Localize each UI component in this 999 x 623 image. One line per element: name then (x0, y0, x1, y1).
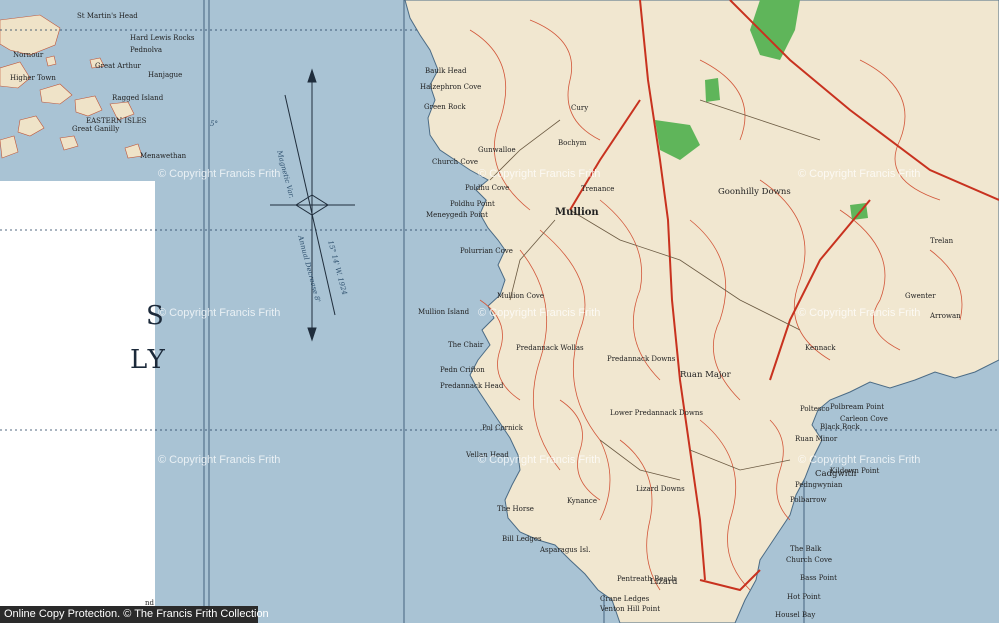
place-label-ruan-major[interactable]: Ruan Major (680, 371, 731, 380)
place-label-asparagus-isl[interactable]: Asparagus Isl. (540, 547, 590, 554)
place-label-trelan[interactable]: Trelan (930, 238, 953, 245)
place-label-trenance[interactable]: Trenance (581, 186, 614, 193)
place-label-pedn-crifton[interactable]: Pedn Crifton (440, 367, 485, 374)
place-label-menawethan: Menawethan (140, 152, 187, 160)
place-label-predannack-head[interactable]: Predannack Head (440, 383, 503, 390)
place-label-arrowan[interactable]: Arrowan (930, 313, 961, 320)
place-label-polurrian-cove[interactable]: Polurrian Cove (460, 248, 513, 255)
place-label-hot-point[interactable]: Hot Point (787, 594, 821, 601)
watermark: © Copyright Francis Frith (158, 168, 281, 180)
place-label-poltesco[interactable]: Poltesco (800, 406, 830, 413)
watermark: © Copyright Francis Frith (478, 454, 601, 466)
place-label-green-rock[interactable]: Green Rock (424, 104, 466, 111)
place-label-pol-cornick[interactable]: Pol Cornick (482, 425, 523, 432)
place-label-hanjague: Hanjague (148, 71, 183, 79)
place-label-goonhilly-downs[interactable]: Goonhilly Downs (718, 188, 791, 197)
watermark: © Copyright Francis Frith (158, 307, 281, 319)
place-label-bochym[interactable]: Bochym (558, 140, 586, 147)
place-label-mullion-island[interactable]: Mullion Island (418, 309, 469, 316)
place-label-housel-bay[interactable]: Housel Bay (775, 612, 815, 619)
place-label-nornour: Nornour (13, 51, 44, 59)
place-label-church-cove[interactable]: Church Cove (432, 159, 478, 166)
place-label-venton-hill[interactable]: Venton Hill Point (600, 606, 660, 613)
place-label-lizard-downs[interactable]: Lizard Downs (636, 486, 685, 493)
place-label-lower-predannack[interactable]: Lower Predannack Downs (610, 410, 703, 417)
place-label-predannack-downs[interactable]: Predannack Downs (607, 356, 675, 363)
place-label-pedngwynian[interactable]: Pedngwynian (795, 482, 842, 489)
place-label-bill-ledges[interactable]: Bill Ledges (502, 536, 542, 543)
place-label-kennack[interactable]: Kennack (805, 345, 836, 352)
watermark: © Copyright Francis Frith (798, 454, 921, 466)
place-label-carleon-cove[interactable]: Carleon Cove (840, 416, 888, 423)
place-label-meneygedh-point[interactable]: Meneygedh Point (426, 212, 488, 219)
place-label-gunwalloe[interactable]: Gunwalloe (478, 147, 516, 154)
watermark: © Copyright Francis Frith (158, 454, 281, 466)
place-label-the-horse[interactable]: The Horse (497, 506, 534, 513)
watermark: © Copyright Francis Frith (478, 168, 601, 180)
watermark: © Copyright Francis Frith (798, 307, 921, 319)
place-label-poldhu-point[interactable]: Poldhu Point (450, 201, 495, 208)
place-label-bass-point[interactable]: Bass Point (800, 575, 837, 582)
copyright-footer: Online Copy Protection. © The Francis Fr… (0, 606, 269, 623)
meridian-label: 5° (210, 120, 218, 128)
place-label-eastern-isles: EASTERN ISLES (86, 117, 147, 125)
watermark: © Copyright Francis Frith (478, 307, 601, 319)
place-label-higher-town: Higher Town (10, 74, 56, 82)
place-label-gwenter[interactable]: Gwenter (905, 293, 936, 300)
place-label-church-cove-east[interactable]: Church Cove (786, 557, 832, 564)
margin-title-ly: LY (130, 345, 167, 375)
place-label-crane-ledges[interactable]: Crane Ledges (600, 596, 649, 603)
place-label-the-balk[interactable]: The Balk (790, 546, 821, 553)
place-label-black-rock[interactable]: Black Rock (820, 424, 860, 431)
place-label-kildown-point[interactable]: Kildown Point (830, 468, 879, 475)
place-label-mullion[interactable]: Mullion (555, 208, 599, 218)
place-label-pentreath[interactable]: Pentreath Beach (617, 576, 676, 583)
place-label-great-ganilly: Great Ganilly (72, 125, 120, 133)
map-canvas[interactable]: St Martin's Head EASTERN ISLES Hanjague … (0, 0, 999, 623)
map-margin (0, 181, 155, 611)
place-label-mullion-cove[interactable]: Mullion Cove (497, 293, 544, 300)
place-label-halzephron-cove[interactable]: Halzephron Cove (420, 84, 481, 91)
place-label-the-chair[interactable]: The Chair (448, 342, 483, 349)
place-label-predannack-wollas[interactable]: Predannack Wollas (516, 345, 584, 352)
place-label-ruan-minor[interactable]: Ruan Minor (795, 436, 837, 443)
place-label-ragged-island: Ragged Island (112, 94, 164, 102)
place-label-st-martins-head: St Martin's Head (77, 12, 138, 20)
place-label-cury[interactable]: Cury (571, 105, 588, 112)
place-label-baulk-head[interactable]: Baulk Head (425, 68, 466, 75)
place-label-polbarrow[interactable]: Polbarrow (790, 497, 826, 504)
place-label-great-arthur: Great Arthur (95, 62, 141, 70)
place-label-hard-lewis: Hard Lewis Rocks (130, 34, 195, 42)
place-label-pednolva: Pednolva (130, 46, 163, 54)
watermark: © Copyright Francis Frith (798, 168, 921, 180)
place-label-kynance[interactable]: Kynance (567, 498, 597, 505)
place-label-poldhu-cove[interactable]: Poldhu Cove (465, 185, 509, 192)
place-label-polbream-point[interactable]: Polbream Point (830, 404, 884, 411)
